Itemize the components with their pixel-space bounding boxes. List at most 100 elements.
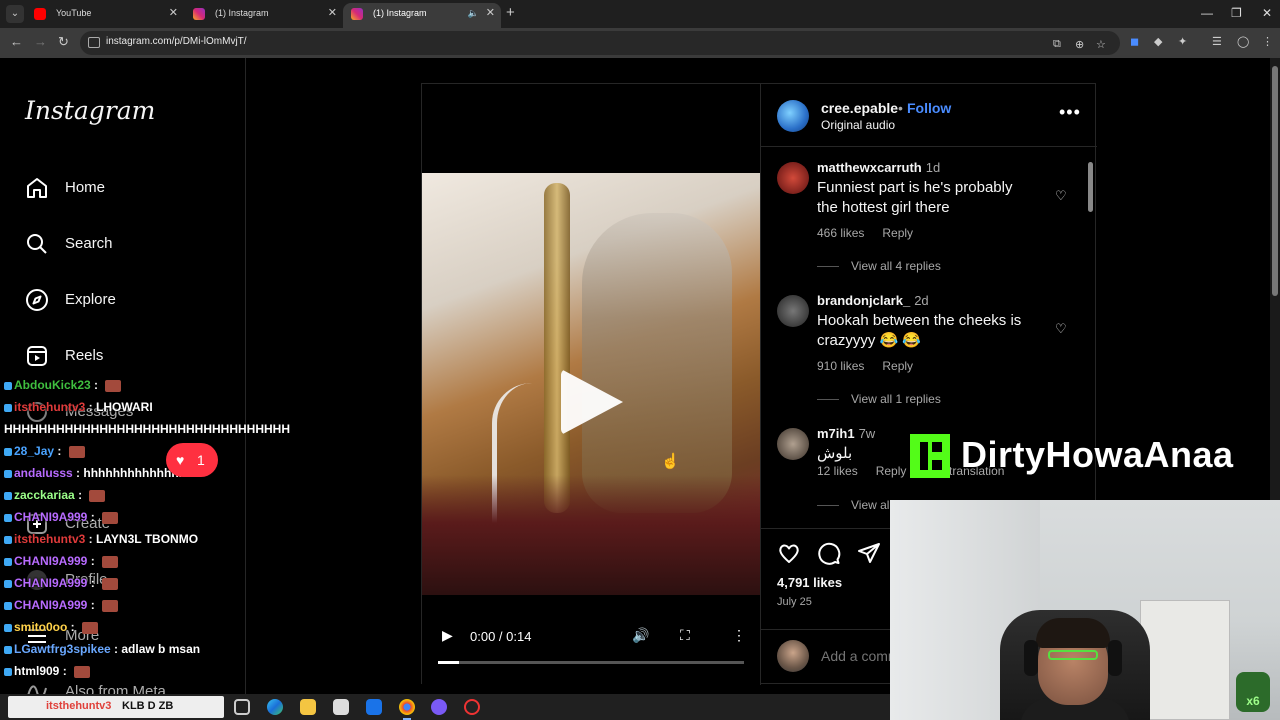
chat-username[interactable]: andalusss — [14, 466, 73, 480]
view-replies-button[interactable]: View all — [817, 498, 892, 512]
audio-label[interactable]: Original audio — [821, 118, 895, 132]
chat-username[interactable]: AbdouKick23 — [14, 378, 91, 392]
address-bar[interactable]: instagram.com/p/DMi-lOmMvjT/ ⧉ ⊕ ☆ — [80, 31, 1120, 55]
commenter-avatar[interactable] — [777, 162, 809, 194]
forward-icon[interactable]: → — [34, 34, 47, 49]
like-count[interactable]: 4,791 likes — [777, 575, 842, 590]
bookmark-star-icon[interactable]: ☆ — [1096, 38, 1106, 51]
chat-message: CHANI9A999 : — [4, 510, 119, 524]
webcam-corner-badge: x6 — [1236, 672, 1270, 712]
chrome-icon[interactable] — [399, 699, 415, 720]
commenter-avatar[interactable] — [777, 295, 809, 327]
play-overlay-icon[interactable] — [561, 369, 623, 435]
video-options-icon[interactable]: ⋮ — [732, 627, 746, 644]
translate-extension-icon[interactable]: ◼ — [1130, 35, 1139, 48]
close-tab-icon[interactable]: ✕ — [486, 3, 495, 24]
author-avatar[interactable] — [777, 100, 809, 132]
chat-username[interactable]: zacckariaa — [14, 488, 75, 502]
chat-username[interactable]: 28_Jay — [14, 444, 54, 458]
reading-list-icon[interactable]: ☰ — [1212, 35, 1222, 48]
author-username[interactable]: cree.epable — [821, 100, 898, 116]
play-icon[interactable]: ▶ — [442, 627, 453, 644]
view-replies-button[interactable]: View all 1 replies — [817, 392, 941, 406]
install-app-icon[interactable]: ⧉ — [1053, 38, 1061, 51]
chat-username[interactable]: itsthehuntv3 — [14, 400, 85, 414]
file-explorer-icon[interactable] — [300, 699, 316, 715]
tab-instagram-2[interactable]: (1) Instagram 🔈 ✕ — [343, 3, 501, 28]
chat-message: CHANI9A999 : — [4, 554, 119, 568]
chat-username[interactable]: LGawtfrg3spikee — [14, 642, 111, 656]
speaker-icon[interactable]: 🔈 — [468, 3, 479, 24]
browser-menu-icon[interactable]: ⋮ — [1262, 35, 1273, 48]
video-frame[interactable]: 🔊 — [422, 173, 760, 595]
scrollbar-thumb[interactable] — [1088, 162, 1093, 212]
reload-icon[interactable]: ↻ — [58, 34, 69, 50]
more-options-icon[interactable]: ••• — [1059, 102, 1081, 123]
maximize-icon[interactable]: ❐ — [1231, 6, 1242, 20]
profile-avatar-icon[interactable]: ◯ — [1237, 35, 1249, 48]
commenter-avatar[interactable] — [777, 428, 809, 460]
follow-button[interactable]: Follow — [907, 100, 951, 116]
chat-message: CHANI9A999 : — [4, 598, 119, 612]
comment-likes[interactable]: 466 likes — [817, 226, 864, 240]
reply-button[interactable]: Reply — [876, 464, 907, 478]
chat-username[interactable]: smito0oo — [14, 620, 67, 634]
chat-emote-icon — [68, 445, 85, 458]
discord-icon[interactable] — [431, 699, 447, 715]
tab-youtube[interactable]: YouTube ✕ — [26, 3, 184, 28]
back-icon[interactable]: ← — [10, 34, 23, 49]
reply-button[interactable]: Reply — [882, 359, 913, 373]
chat-username[interactable]: CHANI9A999 — [14, 510, 87, 524]
comment-like-icon[interactable]: ♡ — [1055, 321, 1067, 337]
volume-icon[interactable]: 🔊 — [632, 627, 649, 644]
extensions-puzzle-icon[interactable]: ✦ — [1178, 35, 1187, 48]
comment-meta: 466 likes Reply — [817, 226, 931, 240]
tab-search-button[interactable]: ⌄ — [6, 5, 24, 23]
site-info-icon[interactable] — [88, 37, 100, 48]
video-progress-bar[interactable] — [438, 661, 744, 664]
comment-bubble-icon[interactable] — [817, 541, 841, 565]
comment-likes[interactable]: 910 likes — [817, 359, 864, 373]
reply-button[interactable]: Reply — [882, 226, 913, 240]
view-replies-button[interactable]: View all 4 replies — [817, 259, 941, 273]
edge-icon[interactable] — [267, 699, 283, 715]
close-tab-icon[interactable]: ✕ — [169, 3, 178, 24]
taskbar-search-box[interactable]: itsthehuntv3 KLB D ZB — [8, 696, 224, 718]
extension-icon[interactable]: ◆ — [1154, 35, 1162, 48]
instagram-logo[interactable]: Instagram — [25, 96, 155, 125]
chat-username[interactable]: CHANI9A999 — [14, 598, 87, 612]
post-date: July 25 — [777, 596, 812, 608]
like-heart-icon[interactable] — [777, 541, 801, 565]
comment-likes[interactable]: 12 likes — [817, 464, 858, 478]
outlook-icon[interactable] — [366, 699, 382, 715]
chat-username[interactable]: CHANI9A999 — [14, 576, 87, 590]
share-send-icon[interactable] — [857, 541, 881, 565]
url-text[interactable]: instagram.com/p/DMi-lOmMvjT/ — [106, 36, 247, 47]
fullscreen-icon[interactable]: ⛶ — [680, 627, 690, 644]
comment-like-icon[interactable]: ♡ — [1055, 188, 1067, 204]
tab-instagram-1[interactable]: (1) Instagram ✕ — [185, 3, 343, 28]
task-view-icon[interactable] — [234, 699, 250, 715]
page-scrollbar-thumb[interactable] — [1272, 66, 1278, 296]
chat-username[interactable]: html909 — [14, 664, 59, 678]
chat-message: html909 : — [4, 664, 91, 678]
obs-icon[interactable] — [464, 699, 480, 715]
video-progress-fill — [438, 661, 460, 664]
chat-emote-icon — [102, 511, 119, 524]
chat-username[interactable]: CHANI9A999 — [14, 554, 87, 568]
minimize-icon[interactable]: — — [1201, 6, 1213, 20]
chat-emote-icon — [102, 577, 119, 590]
chat-username[interactable]: itsthehuntv3 — [14, 532, 85, 546]
comment-username[interactable]: brandonjclark_ 2d — [817, 293, 929, 308]
notification-badge[interactable]: ♥ 1 — [166, 443, 218, 477]
close-window-icon[interactable]: ✕ — [1262, 6, 1272, 20]
comment-username[interactable]: m7ih1 7w — [817, 426, 875, 441]
comment-username[interactable]: matthewxcarruth 1d — [817, 160, 940, 175]
new-tab-icon[interactable]: + — [506, 4, 515, 21]
close-tab-icon[interactable]: ✕ — [328, 3, 337, 24]
video-player[interactable]: 🔊 ▶ 0:00 / 0:14 🔊 ⛶ ⋮ — [422, 84, 760, 685]
store-icon[interactable] — [333, 699, 349, 715]
zoom-icon[interactable]: ⊕ — [1075, 38, 1084, 51]
chat-emote-icon — [82, 621, 99, 634]
chat-badge-icon — [4, 381, 12, 390]
